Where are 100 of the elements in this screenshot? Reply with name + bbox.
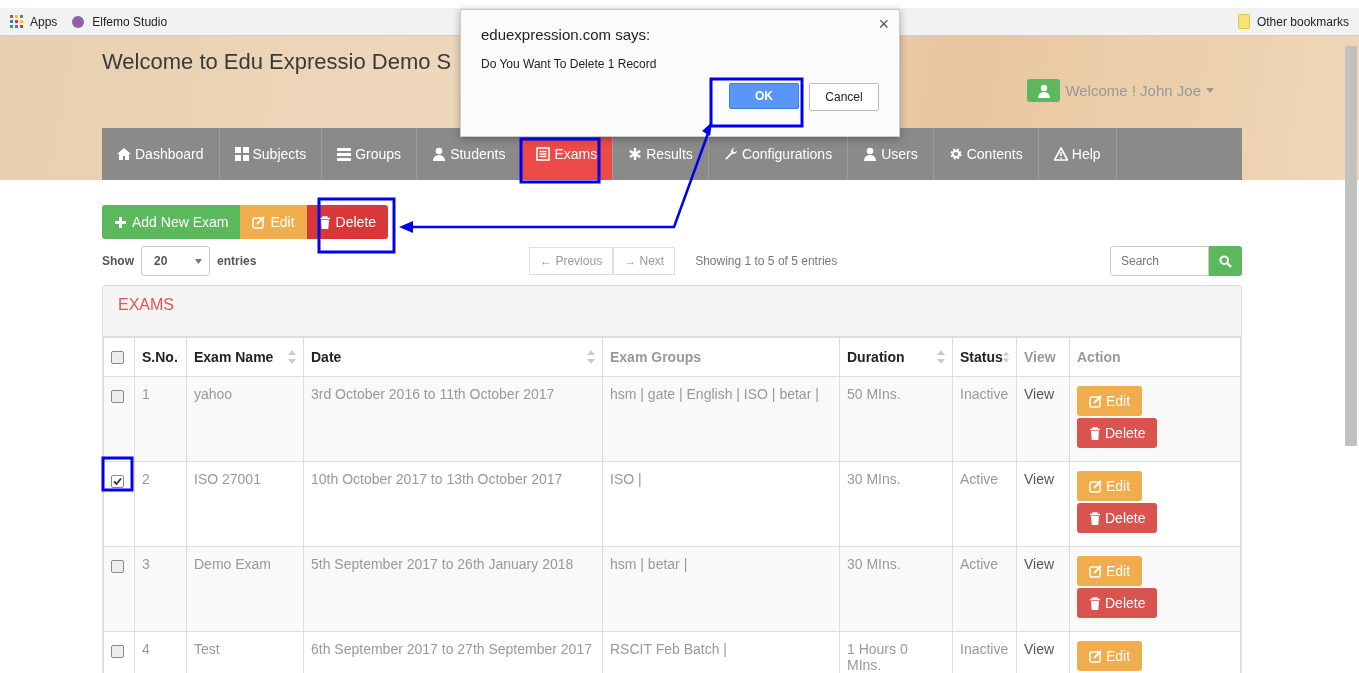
- cancel-button[interactable]: Cancel: [809, 83, 879, 111]
- table-cell: hsm | betar |: [602, 546, 840, 632]
- edit-button[interactable]: Edit: [240, 205, 307, 239]
- delete-button[interactable]: Delete: [1077, 588, 1158, 618]
- nav-tab[interactable]: Help: [1038, 128, 1117, 180]
- search-button[interactable]: [1209, 246, 1242, 276]
- search-field[interactable]: Search: [1110, 246, 1209, 276]
- nav-tab[interactable]: Contents: [933, 128, 1039, 180]
- delete-button[interactable]: Delete: [1077, 503, 1158, 533]
- select-all-checkbox[interactable]: [111, 351, 124, 364]
- nav-tab[interactable]: Subjects: [219, 128, 323, 180]
- row-checkbox[interactable]: [111, 475, 124, 488]
- cog-icon: [948, 147, 963, 161]
- row-checkbox[interactable]: [111, 645, 124, 658]
- table-cell: 3rd October 2016 to 11th October 2017: [303, 376, 603, 462]
- user-icon: [863, 147, 878, 161]
- site-logo-icon: [71, 14, 86, 29]
- grid-icon: [234, 147, 249, 161]
- column-header[interactable]: S.No.: [134, 337, 187, 377]
- column-header: Exam Groups: [602, 337, 840, 377]
- column-header: Action: [1069, 337, 1241, 377]
- table-cell: Test: [186, 631, 304, 673]
- table-cell: RSCIT Feb Batch |: [602, 631, 840, 673]
- nav-tab[interactable]: Groups: [322, 128, 418, 180]
- edit-button[interactable]: Edit: [1077, 556, 1143, 586]
- table-cell: 30 MIns.: [839, 461, 953, 547]
- entries-info: Showing 1 to 5 of 5 entries: [695, 254, 838, 268]
- table-cell: Active: [952, 546, 1017, 632]
- table-cell: Inactive: [952, 631, 1017, 673]
- table-cell: Demo Exam: [186, 546, 304, 632]
- edit-button[interactable]: Edit: [1077, 386, 1143, 416]
- table-cell: 2: [134, 461, 187, 547]
- bookmark-folder[interactable]: Other bookmarks: [1237, 14, 1349, 29]
- caret-icon: [195, 258, 202, 264]
- user-menu[interactable]: Welcome ! John Joe: [1065, 82, 1201, 99]
- show-label: Show: [102, 254, 134, 268]
- table-cell: 4: [134, 631, 187, 673]
- search-icon: [1219, 254, 1232, 268]
- edit-button[interactable]: Edit: [1077, 641, 1143, 671]
- trash-icon: [318, 215, 331, 229]
- edit-button[interactable]: Edit: [1077, 471, 1143, 501]
- site-title: Welcome to Edu Expressio Demo S: [102, 49, 452, 76]
- row-checkbox[interactable]: [111, 560, 124, 573]
- plus-icon: [114, 215, 127, 229]
- home-icon: [117, 147, 131, 161]
- row-checkbox[interactable]: [111, 390, 124, 403]
- next-button[interactable]: → Next: [613, 247, 676, 275]
- table-cell: 30 MIns.: [839, 546, 953, 632]
- scrollbar[interactable]: [1345, 46, 1357, 446]
- view-link[interactable]: View: [1016, 546, 1070, 632]
- view-link[interactable]: View: [1016, 461, 1070, 547]
- page-size-select[interactable]: 20: [141, 246, 210, 276]
- trash-icon: [1089, 596, 1101, 610]
- close-button[interactable]: ×: [878, 14, 889, 35]
- column-header: View: [1016, 337, 1070, 377]
- user-icon: [432, 147, 447, 161]
- table-cell: 3: [134, 546, 187, 632]
- bookmark-link[interactable]: Elfemo Studio: [71, 14, 168, 29]
- table-cell: 1: [134, 376, 187, 462]
- entries-label: entries: [217, 254, 257, 268]
- table-cell: 5th September 2017 to 26th January 2018: [303, 546, 603, 632]
- highlight-frame: [101, 456, 134, 492]
- view-link[interactable]: View: [1016, 631, 1070, 673]
- user-avatar-icon: [1027, 79, 1061, 102]
- ok-button[interactable]: OK: [729, 83, 799, 109]
- table-cell: ISO |: [602, 461, 840, 547]
- table-cell: Active: [952, 461, 1017, 547]
- edit-icon: [1089, 649, 1102, 663]
- server-icon: [337, 147, 352, 161]
- column-header[interactable]: Exam Name: [186, 337, 304, 377]
- bookmark-link[interactable]: Apps: [10, 14, 58, 29]
- table-cell: 50 MIns.: [839, 376, 953, 462]
- panel-title: EXAMS: [118, 296, 174, 313]
- table-cell: yahoo: [186, 376, 304, 462]
- asterisk-icon: [628, 147, 643, 161]
- nav-tab[interactable]: Dashboard: [102, 128, 220, 180]
- table-cell: 10th October 2017 to 13th October 2017: [303, 461, 603, 547]
- warning-icon: [1053, 147, 1068, 161]
- trash-icon: [1089, 511, 1101, 525]
- wrench-icon: [723, 147, 738, 161]
- column-header[interactable]: Status: [952, 337, 1017, 377]
- delete-button[interactable]: Delete: [306, 205, 389, 239]
- column-header[interactable]: Date: [303, 337, 603, 377]
- edit-icon: [1089, 394, 1102, 408]
- table-cell: ISO 27001: [186, 461, 304, 547]
- list-icon: [536, 147, 551, 161]
- delete-button[interactable]: Delete: [1077, 418, 1158, 448]
- table-cell: 1 Hours 0 MIns.: [839, 631, 953, 673]
- previous-button[interactable]: ← Previous: [529, 247, 614, 275]
- view-link[interactable]: View: [1016, 376, 1070, 462]
- edit-icon: [1089, 564, 1102, 578]
- edit-icon: [252, 215, 266, 229]
- table-cell: Inactive: [952, 376, 1017, 462]
- add-button[interactable]: Add New Exam: [102, 205, 241, 239]
- column-header[interactable]: Duration: [839, 337, 953, 377]
- dialog-message: Do You Want To Delete 1 Record: [481, 57, 658, 71]
- table-cell: hsm | gate | English | ISO | betar |: [602, 376, 840, 462]
- caret-icon: [1206, 88, 1214, 93]
- trash-icon: [1089, 426, 1101, 440]
- table-cell: 6th September 2017 to 27th September 2017: [303, 631, 603, 673]
